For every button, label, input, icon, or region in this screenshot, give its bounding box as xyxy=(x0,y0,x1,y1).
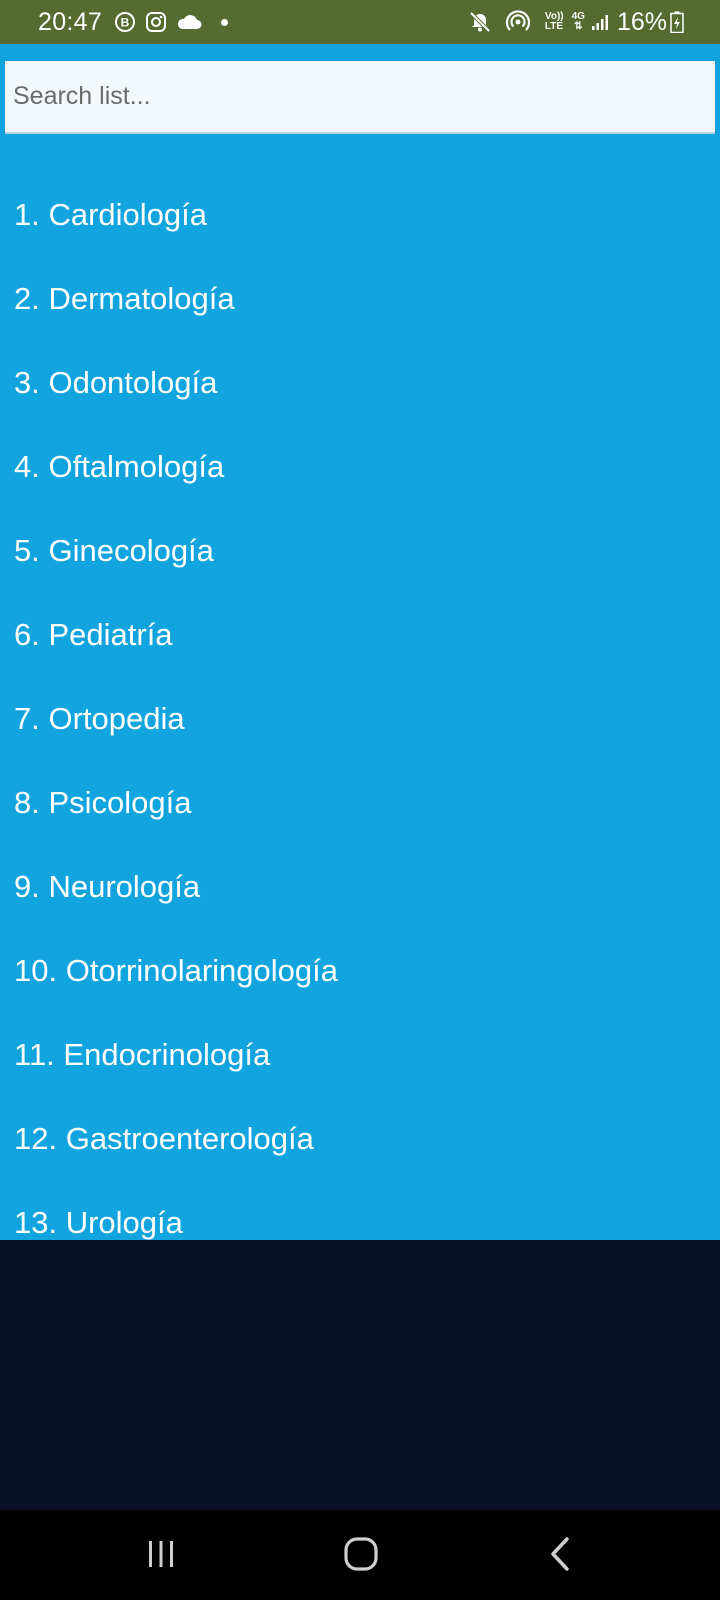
navigation-bar xyxy=(0,1510,720,1600)
list-item[interactable]: 9. Neurología xyxy=(0,869,720,954)
instagram-icon xyxy=(145,11,167,33)
list-item-label: 4. Oftalmología xyxy=(14,449,225,484)
recent-apps-icon xyxy=(149,1541,173,1567)
search-input[interactable] xyxy=(11,81,709,112)
list-item[interactable]: 7. Ortopedia xyxy=(0,701,720,786)
list-item[interactable]: 10. Otorrinolaringología xyxy=(0,953,720,1038)
list-item[interactable]: 5. Ginecología xyxy=(0,533,720,618)
volte-label: Vo)) LTE xyxy=(545,12,564,32)
list-item-label: 3. Odontología xyxy=(14,365,218,400)
list-item[interactable]: 1. Cardiología xyxy=(0,197,720,282)
cloud-icon xyxy=(176,13,202,31)
home-button[interactable] xyxy=(336,1532,386,1576)
list-item-label: 9. Neurología xyxy=(14,869,201,904)
list-item-label: 11. Endocrinología xyxy=(14,1037,271,1072)
battery-percent: 16% xyxy=(616,7,667,36)
list-item[interactable]: 13. Urología xyxy=(0,1205,720,1290)
status-bar: 20:47 B Vo)) LTE 4G ⇅ 16% xyxy=(0,0,720,44)
dot-icon xyxy=(221,18,229,26)
home-icon xyxy=(344,1537,378,1571)
list-item[interactable]: 2. Dermatología xyxy=(0,281,720,366)
list-item[interactable]: 3. Odontología xyxy=(0,365,720,450)
b-circle-icon: B xyxy=(114,11,136,33)
status-left: 20:47 B xyxy=(38,7,229,37)
data-arrows-icon: ⇅ xyxy=(574,21,583,32)
mute-icon xyxy=(469,11,491,33)
list-item[interactable]: 6. Pediatría xyxy=(0,617,720,702)
list-item-label: 1. Cardiología xyxy=(14,197,208,232)
recent-apps-button[interactable] xyxy=(136,1532,186,1576)
list-item[interactable]: 12. Gastroenterología xyxy=(0,1121,720,1206)
list-item-label: 5. Ginecología xyxy=(14,533,214,568)
main-content: 1. Cardiología 2. Dermatología 3. Odonto… xyxy=(0,44,720,1240)
volte-bottom: LTE xyxy=(544,21,564,32)
back-button[interactable] xyxy=(536,1532,586,1576)
svg-text:B: B xyxy=(121,16,130,30)
list-item-label: 12. Gastroenterología xyxy=(14,1121,314,1156)
list-item-label: 2. Dermatología xyxy=(14,281,235,316)
back-icon xyxy=(551,1537,569,1571)
list-item[interactable]: 8. Psicología xyxy=(0,785,720,870)
hotspot-icon xyxy=(505,10,531,34)
list-item-label: 10. Otorrinolaringología xyxy=(14,953,338,988)
list-item[interactable]: 11. Endocrinología xyxy=(0,1037,720,1122)
specialty-list: 1. Cardiología 2. Dermatología 3. Odonto… xyxy=(0,197,720,1290)
battery-icon xyxy=(670,11,684,33)
list-item-label: 8. Psicología xyxy=(14,785,192,820)
status-time: 20:47 xyxy=(38,7,103,36)
list-item-label: 13. Urología xyxy=(14,1205,183,1240)
list-item-label: 7. Ortopedia xyxy=(14,701,185,736)
status-right: Vo)) LTE 4G ⇅ 16% xyxy=(469,8,684,37)
signal-icon xyxy=(591,13,609,31)
list-item-label: 6. Pediatría xyxy=(14,617,173,652)
network-type: 4G ⇅ xyxy=(572,12,585,32)
list-item[interactable]: 4. Oftalmología xyxy=(0,449,720,534)
search-box[interactable] xyxy=(5,61,715,134)
